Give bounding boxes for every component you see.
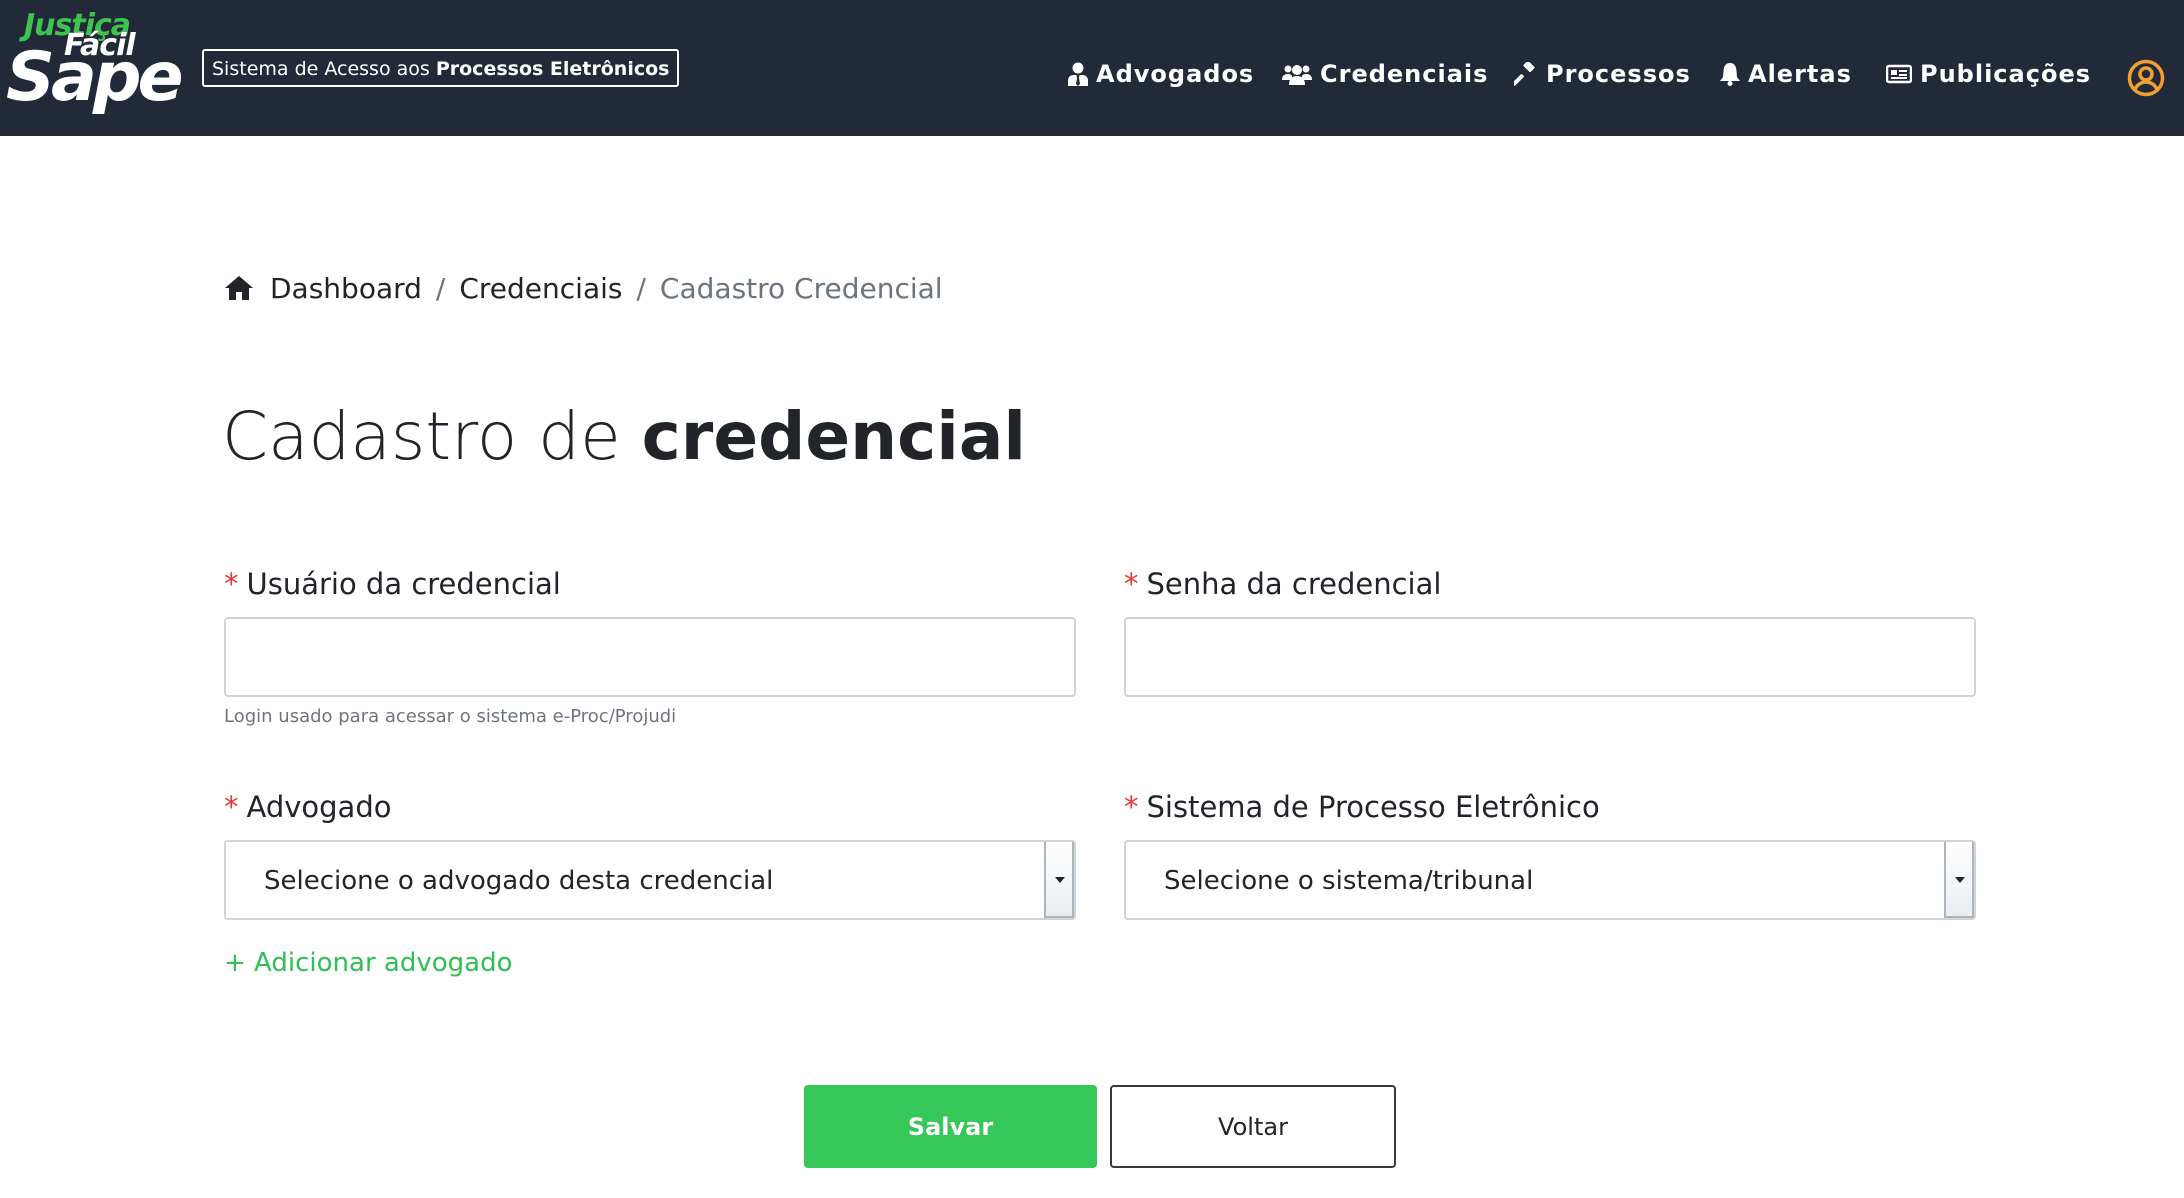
- breadcrumb-credenciais[interactable]: Credenciais: [459, 272, 622, 305]
- user-circle-icon: [2127, 59, 2165, 97]
- logo[interactable]: Justiça Fácil Sape: [6, 8, 184, 120]
- breadcrumb: Dashboard / Credenciais / Cadastro Crede…: [224, 268, 943, 308]
- logo-text-sape: Sape: [6, 38, 184, 117]
- nav-advogados-label: Advogados: [1096, 60, 1255, 88]
- senha-label-text: Senha da credencial: [1146, 567, 1442, 601]
- nav-credenciais[interactable]: Credenciais: [1282, 56, 1488, 92]
- users-icon: [1282, 65, 1312, 85]
- back-button[interactable]: Voltar: [1110, 1085, 1396, 1168]
- advogado-label: * Advogado: [224, 787, 391, 827]
- breadcrumb-current: Cadastro Credencial: [659, 271, 943, 305]
- page-title: Cadastro de credencial: [222, 394, 1026, 480]
- user-tie-icon: [1068, 62, 1088, 86]
- nav-publicacoes-label: Publicações: [1920, 60, 2092, 88]
- nav-processos[interactable]: Processos: [1514, 56, 1691, 92]
- system-tagline: Sistema de Acesso aos Processos Eletrôni…: [202, 49, 680, 87]
- required-marker: *: [1124, 790, 1139, 824]
- nav-publicacoes[interactable]: Publicações: [1886, 56, 2091, 92]
- newspaper-icon: [1886, 64, 1912, 84]
- usuario-hint: Login usado para acessar o sistema e-Pro…: [224, 706, 677, 727]
- nav-credenciais-label: Credenciais: [1320, 60, 1489, 88]
- bell-icon: [1720, 63, 1740, 86]
- advogado-select[interactable]: Selecione o advogado desta credencial: [224, 840, 1076, 920]
- caret-down-icon: [1955, 877, 1965, 883]
- usuario-label-text: Usuário da credencial: [246, 567, 561, 601]
- advogado-select-value: Selecione o advogado desta credencial: [264, 866, 774, 896]
- senha-input[interactable]: [1124, 617, 1976, 697]
- nav-alertas-label: Alertas: [1748, 60, 1852, 88]
- nav-processos-label: Processos: [1546, 60, 1691, 88]
- sistema-select-value: Selecione o sistema/tribunal: [1164, 866, 1534, 896]
- sistema-label: * Sistema de Processo Eletrônico: [1124, 787, 1600, 827]
- nav-advogados[interactable]: Advogados: [1068, 56, 1254, 92]
- caret-down-icon: [1055, 877, 1065, 883]
- page-title-bold: credencial: [641, 398, 1026, 475]
- breadcrumb-separator: /: [636, 271, 646, 305]
- required-marker: *: [1124, 567, 1139, 601]
- save-button[interactable]: Salvar: [804, 1085, 1097, 1168]
- sistema-label-text: Sistema de Processo Eletrônico: [1146, 790, 1600, 824]
- nav-alertas[interactable]: Alertas: [1720, 56, 1852, 92]
- advogado-label-text: Advogado: [246, 790, 392, 824]
- add-advogado-link[interactable]: + Adicionar advogado: [224, 945, 512, 981]
- breadcrumb-separator: /: [435, 271, 446, 305]
- tagline-prefix: Sistema de Acesso aos: [212, 58, 436, 80]
- breadcrumb-dashboard[interactable]: Dashboard: [270, 272, 422, 305]
- sistema-select[interactable]: Selecione o sistema/tribunal: [1124, 840, 1976, 920]
- usuario-input[interactable]: [224, 617, 1076, 697]
- required-marker: *: [224, 790, 239, 824]
- usuario-label: * Usuário da credencial: [224, 564, 561, 604]
- home-icon[interactable]: [224, 275, 254, 301]
- senha-label: * Senha da credencial: [1124, 564, 1441, 604]
- user-menu-button[interactable]: [2127, 59, 2165, 97]
- page-title-light: Cadastro de: [222, 398, 642, 475]
- gavel-icon: [1514, 62, 1535, 86]
- required-marker: *: [224, 567, 239, 601]
- sistema-select-toggle[interactable]: [1944, 842, 1974, 918]
- tagline-bold: Processos Eletrônicos: [435, 58, 670, 80]
- top-navbar: Justiça Fácil Sape Sistema de Acesso aos…: [0, 0, 2184, 136]
- advogado-select-toggle[interactable]: [1044, 842, 1074, 918]
